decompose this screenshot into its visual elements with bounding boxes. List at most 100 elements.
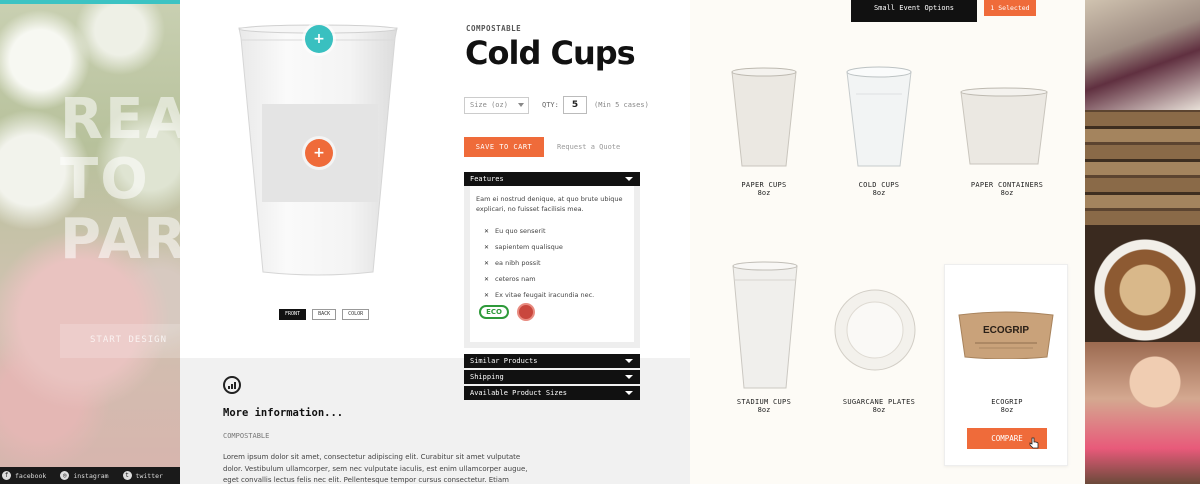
chevron-down-icon [625, 375, 633, 379]
request-quote-link[interactable]: Request a Quote [557, 143, 620, 151]
view-back-button[interactable]: BACK [312, 309, 337, 320]
hero-line-2: TO [60, 147, 150, 212]
chevron-down-icon [625, 177, 633, 181]
bullet-x-icon: ✕ [484, 259, 490, 267]
product-size: 8oz [757, 189, 771, 197]
more-info-title: More information... [223, 407, 344, 419]
top-accent-bar [0, 0, 180, 4]
bullet-x-icon: ✕ [484, 275, 490, 283]
view-front-button[interactable]: FRONT [279, 309, 307, 320]
product-name: PAPER CUPS [741, 181, 787, 189]
product-card-ecogrip[interactable]: ECOGRIP 8oz [952, 398, 1062, 414]
start-design-button[interactable]: START DESIGN [60, 324, 180, 358]
view-color-button[interactable]: COLOR [342, 309, 370, 320]
features-panel: Eam ei nostrud denique, at quo brute ubi… [464, 186, 640, 348]
ecogrip-sleeve-image[interactable]: ECOGRIP [957, 311, 1055, 359]
bullet-x-icon: ✕ [484, 291, 490, 299]
qty-min-note: (Min 5 cases) [594, 101, 649, 109]
features-list: ✕ Eu quo senserit ✕ sapientem qualisque ✕ e… [476, 223, 628, 303]
selected-count-badge[interactable]: 1 Selected [984, 0, 1036, 16]
event-options-button[interactable]: Small Event Options [851, 0, 977, 22]
product-size: 8oz [1000, 189, 1014, 197]
product-size: 8oz [872, 406, 886, 414]
size-select[interactable]: Size (oz) [464, 97, 529, 114]
facebook-label: facebook [15, 471, 47, 480]
instagram-icon: ◎ [60, 471, 70, 480]
hand-cursor-icon [1029, 437, 1039, 449]
add-hotspot-center-icon[interactable]: + [305, 139, 333, 167]
hero-banner: REA TO PAR START DESIGN f facebook ◎ ins… [0, 0, 180, 484]
instagram-label: instagram [73, 471, 109, 480]
product-size: 8oz [757, 406, 771, 414]
size-select-value: Size (oz) [470, 101, 508, 109]
sugarcane-plate-image[interactable] [833, 288, 917, 372]
feature-text: Ex vitae feugait iracundia nec. [495, 291, 595, 299]
shipping-label: Shipping [470, 373, 504, 381]
cold-cup-image[interactable] [844, 64, 914, 170]
chevron-down-icon [518, 103, 524, 107]
product-name: COLD CUPS [858, 181, 900, 189]
instagram-link[interactable]: ◎ instagram [60, 471, 109, 480]
iced-drinks-photo [1085, 0, 1200, 110]
hero-line-1: REA [60, 87, 180, 152]
twitter-link[interactable]: t twitter [122, 471, 163, 480]
save-to-cart-button[interactable]: SAVE TO CART [464, 137, 544, 157]
view-switcher: FRONT BACK COLOR [279, 309, 370, 320]
product-name: PAPER CONTAINERS [970, 181, 1044, 189]
social-bar: f facebook ◎ instagram t twitter [0, 467, 180, 484]
product-card-stadium-cups[interactable]: STADIUM CUPS 8oz [709, 398, 819, 414]
list-item: ✕ ea nibh possit [476, 255, 628, 271]
coffee-sacks-photo [1085, 110, 1200, 225]
similar-products-label: Similar Products [470, 357, 538, 365]
sizes-label: Available Product Sizes [470, 389, 567, 397]
features-accordion-header[interactable]: Features [464, 172, 640, 186]
feature-text: ceteros nam [495, 275, 536, 283]
product-card-paper-cups[interactable]: PAPER CUPS 8oz [709, 181, 819, 197]
similar-products-accordion-header[interactable]: Similar Products [464, 354, 640, 368]
sizes-accordion-header[interactable]: Available Product Sizes [464, 386, 640, 400]
qty-input[interactable]: 5 [563, 96, 587, 114]
woman-with-cup-photo [1085, 342, 1200, 484]
qty-label: QTY: [542, 101, 559, 109]
hero-headline: REA TO PAR [60, 90, 180, 270]
feature-text: Eu quo senserit [495, 227, 546, 235]
latte-art-photo [1085, 225, 1200, 342]
paper-cup-image[interactable] [728, 66, 800, 168]
facebook-icon: f [2, 471, 11, 480]
paper-container-image[interactable] [958, 86, 1050, 166]
more-info-category: COMPOSTABLE [223, 432, 270, 440]
feature-text: sapientem qualisque [495, 243, 563, 251]
product-size: 8oz [1000, 406, 1014, 414]
compare-panel: Small Event Options 1 Selected PAPER CUP… [690, 0, 1085, 484]
list-item: ✕ sapientem qualisque [476, 239, 628, 255]
hero-line-3: PAR [60, 207, 180, 272]
product-card-paper-containers[interactable]: PAPER CONTAINERS 8oz [952, 181, 1062, 197]
list-item: ✕ ceteros nam [476, 271, 628, 287]
stadium-cup-image[interactable] [730, 260, 800, 392]
features-text: Eam ei nostrud denique, at quo brute ubi… [476, 195, 623, 213]
product-card-cold-cups[interactable]: COLD CUPS 8oz [824, 181, 934, 197]
facebook-link[interactable]: f facebook [2, 471, 46, 480]
product-name: ECOGRIP [991, 398, 1023, 406]
product-category: COMPOSTABLE [466, 24, 522, 33]
seal-logo-icon [517, 303, 535, 321]
product-name: STADIUM CUPS [736, 398, 792, 406]
eco-logo-icon: ECO [479, 305, 509, 319]
list-item: ✕ Ex vitae feugait iracundia nec. [476, 287, 628, 303]
bullet-x-icon: ✕ [484, 243, 490, 251]
chevron-down-icon [625, 359, 633, 363]
shipping-accordion-header[interactable]: Shipping [464, 370, 640, 384]
product-name: SUGARCANE PLATES [842, 398, 916, 406]
features-label: Features [470, 175, 504, 183]
product-card-sugarcane-plates[interactable]: SUGARCANE PLATES 8oz [824, 398, 934, 414]
twitter-label: twitter [135, 471, 163, 480]
chevron-down-icon [625, 391, 633, 395]
product-detail: + + FRONT BACK COLOR COMPOSTABLE Cold Cu… [180, 0, 690, 484]
add-hotspot-top-icon[interactable]: + [305, 25, 333, 53]
sleeve-brand-text: ECOGRIP [983, 325, 1029, 336]
feature-text: ea nibh possit [495, 259, 541, 267]
product-size: 8oz [872, 189, 886, 197]
photo-strip [1085, 0, 1200, 484]
product-title: Cold Cups [465, 34, 636, 72]
bullet-x-icon: ✕ [484, 227, 490, 235]
